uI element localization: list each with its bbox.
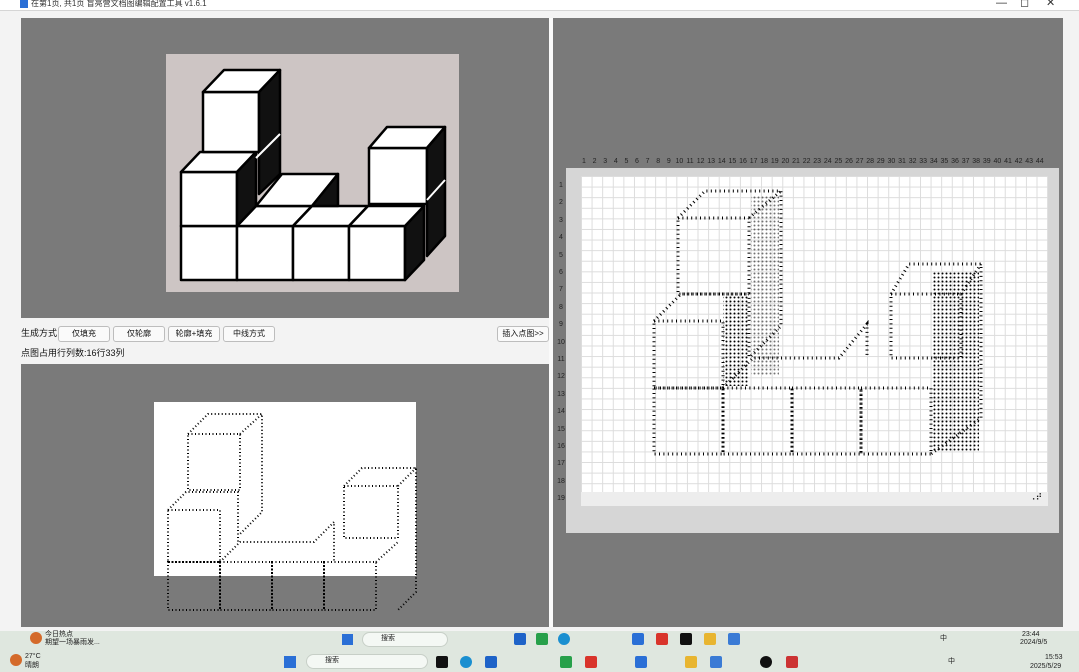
- search-label: 搜索: [325, 657, 339, 664]
- weather-icon[interactable]: [30, 632, 42, 644]
- folder-icon[interactable]: [704, 633, 716, 645]
- grid-bottom-strip: ⠠⠞: [581, 492, 1048, 506]
- grid-row-number: 19: [557, 495, 565, 503]
- dot-preview-drawing: [167, 413, 417, 611]
- grid-column-number: 44: [1035, 158, 1044, 165]
- grid-row-number: 9: [559, 321, 563, 329]
- app-icon-2[interactable]: [536, 633, 548, 645]
- source-image-pane: [21, 18, 549, 318]
- minimize-button[interactable]: —: [996, 0, 1007, 9]
- braille-dot-drawing: [652, 189, 983, 456]
- grid-row-number: 11: [557, 356, 565, 363]
- grid-row-number: 12: [557, 373, 565, 381]
- folder-icon[interactable]: [685, 656, 697, 668]
- app-icon-active[interactable]: [710, 656, 722, 668]
- app-icon-3[interactable]: [560, 656, 572, 668]
- grid-row-number: 4: [559, 234, 563, 242]
- media-icon[interactable]: [760, 656, 772, 668]
- search-label: 搜索: [381, 635, 395, 642]
- outline-only-button[interactable]: 仅轮廓: [113, 326, 165, 342]
- widget-subtitle: 晴朗: [25, 662, 39, 669]
- source-cube-image: [166, 54, 459, 292]
- edge-icon[interactable]: [460, 656, 472, 668]
- app-icon-active[interactable]: [728, 633, 740, 645]
- widget-title: 今日热点: [45, 631, 73, 638]
- grid-row-number: 14: [557, 408, 565, 416]
- wps-icon[interactable]: [656, 633, 668, 645]
- app-icon-4[interactable]: [635, 656, 647, 668]
- grid-row-number: 17: [557, 460, 565, 468]
- clock-date: 2024/9/5: [1020, 639, 1048, 646]
- clock-time: 15:53: [1045, 654, 1063, 661]
- start-icon[interactable]: [342, 634, 353, 645]
- app-icon-3[interactable]: [632, 633, 644, 645]
- widget-temp: 27°C: [25, 653, 41, 660]
- fill-only-button[interactable]: 仅填充: [58, 326, 110, 342]
- cube-drawing: [179, 68, 447, 282]
- maximize-button[interactable]: ◻: [1020, 0, 1029, 9]
- generate-mode-label: 生成方式: [21, 328, 58, 338]
- app-icon-1[interactable]: [514, 633, 526, 645]
- close-button[interactable]: ✕: [1046, 0, 1055, 9]
- grid-row-number: 7: [559, 286, 563, 294]
- clock-time: 23:44: [1022, 631, 1040, 638]
- dot-preview-pane: [21, 364, 549, 627]
- app-icon-2[interactable]: [485, 656, 497, 668]
- rows-cols-info: 点图占用行列数:16行33列: [21, 348, 125, 358]
- start-icon[interactable]: [284, 656, 296, 668]
- ime-indicator[interactable]: 中: [948, 658, 955, 666]
- insert-points-button[interactable]: 插入点图>>: [497, 326, 549, 342]
- app-icon-4[interactable]: [680, 633, 692, 645]
- grid-row-number: 3: [559, 216, 563, 224]
- wps-icon[interactable]: [585, 656, 597, 668]
- grid-row-number: 2: [559, 199, 563, 207]
- app-icon: [20, 0, 28, 8]
- centerline-button[interactable]: 中线方式: [223, 326, 275, 342]
- search-box[interactable]: 搜索: [306, 654, 428, 669]
- edge-icon[interactable]: [558, 633, 570, 645]
- window-title: 在第1页, 共1页 盲亮营文档图编辑配置工具 v1.6.1: [31, 0, 207, 8]
- clock-date: 2025/5/29: [1030, 663, 1062, 670]
- grid-row-number: 13: [557, 390, 565, 398]
- app-icon-5[interactable]: [786, 656, 798, 668]
- grid-row-number: 10: [557, 338, 565, 346]
- outline-fill-button[interactable]: 轮廓+填充: [168, 326, 220, 342]
- search-box[interactable]: 搜索: [362, 632, 448, 647]
- grid-row-number: 6: [559, 269, 563, 276]
- ime-indicator[interactable]: 中: [940, 635, 947, 643]
- widget-subtitle: 期望一场暴雨发...: [45, 639, 100, 646]
- taskbar: 27°C 晴朗 搜索 中 15:53 2025/5/29: [0, 651, 1079, 672]
- corner-braille-mark: ⠠⠞: [1029, 492, 1043, 502]
- grid-row-number: 16: [557, 443, 565, 450]
- app-icon-1[interactable]: [436, 656, 448, 668]
- grid-row-number: 5: [559, 251, 563, 259]
- taskbar-inner: 今日热点 期望一场暴雨发... 搜索 中 23:44 2024/9/5: [0, 631, 1079, 648]
- weather-icon[interactable]: [10, 654, 22, 666]
- grid-row-number: 1: [559, 182, 563, 189]
- generate-toolbar: 生成方式 仅填充 仅轮廓 轮廓+填充 中线方式 插入点图>>: [21, 322, 549, 344]
- grid-row-number: 18: [557, 477, 565, 485]
- title-bar: 在第1页, 共1页 盲亮营文档图编辑配置工具 v1.6.1 — ◻ ✕: [0, 0, 1079, 11]
- grid-row-number: 8: [559, 303, 563, 311]
- grid-row-number: 15: [557, 425, 565, 433]
